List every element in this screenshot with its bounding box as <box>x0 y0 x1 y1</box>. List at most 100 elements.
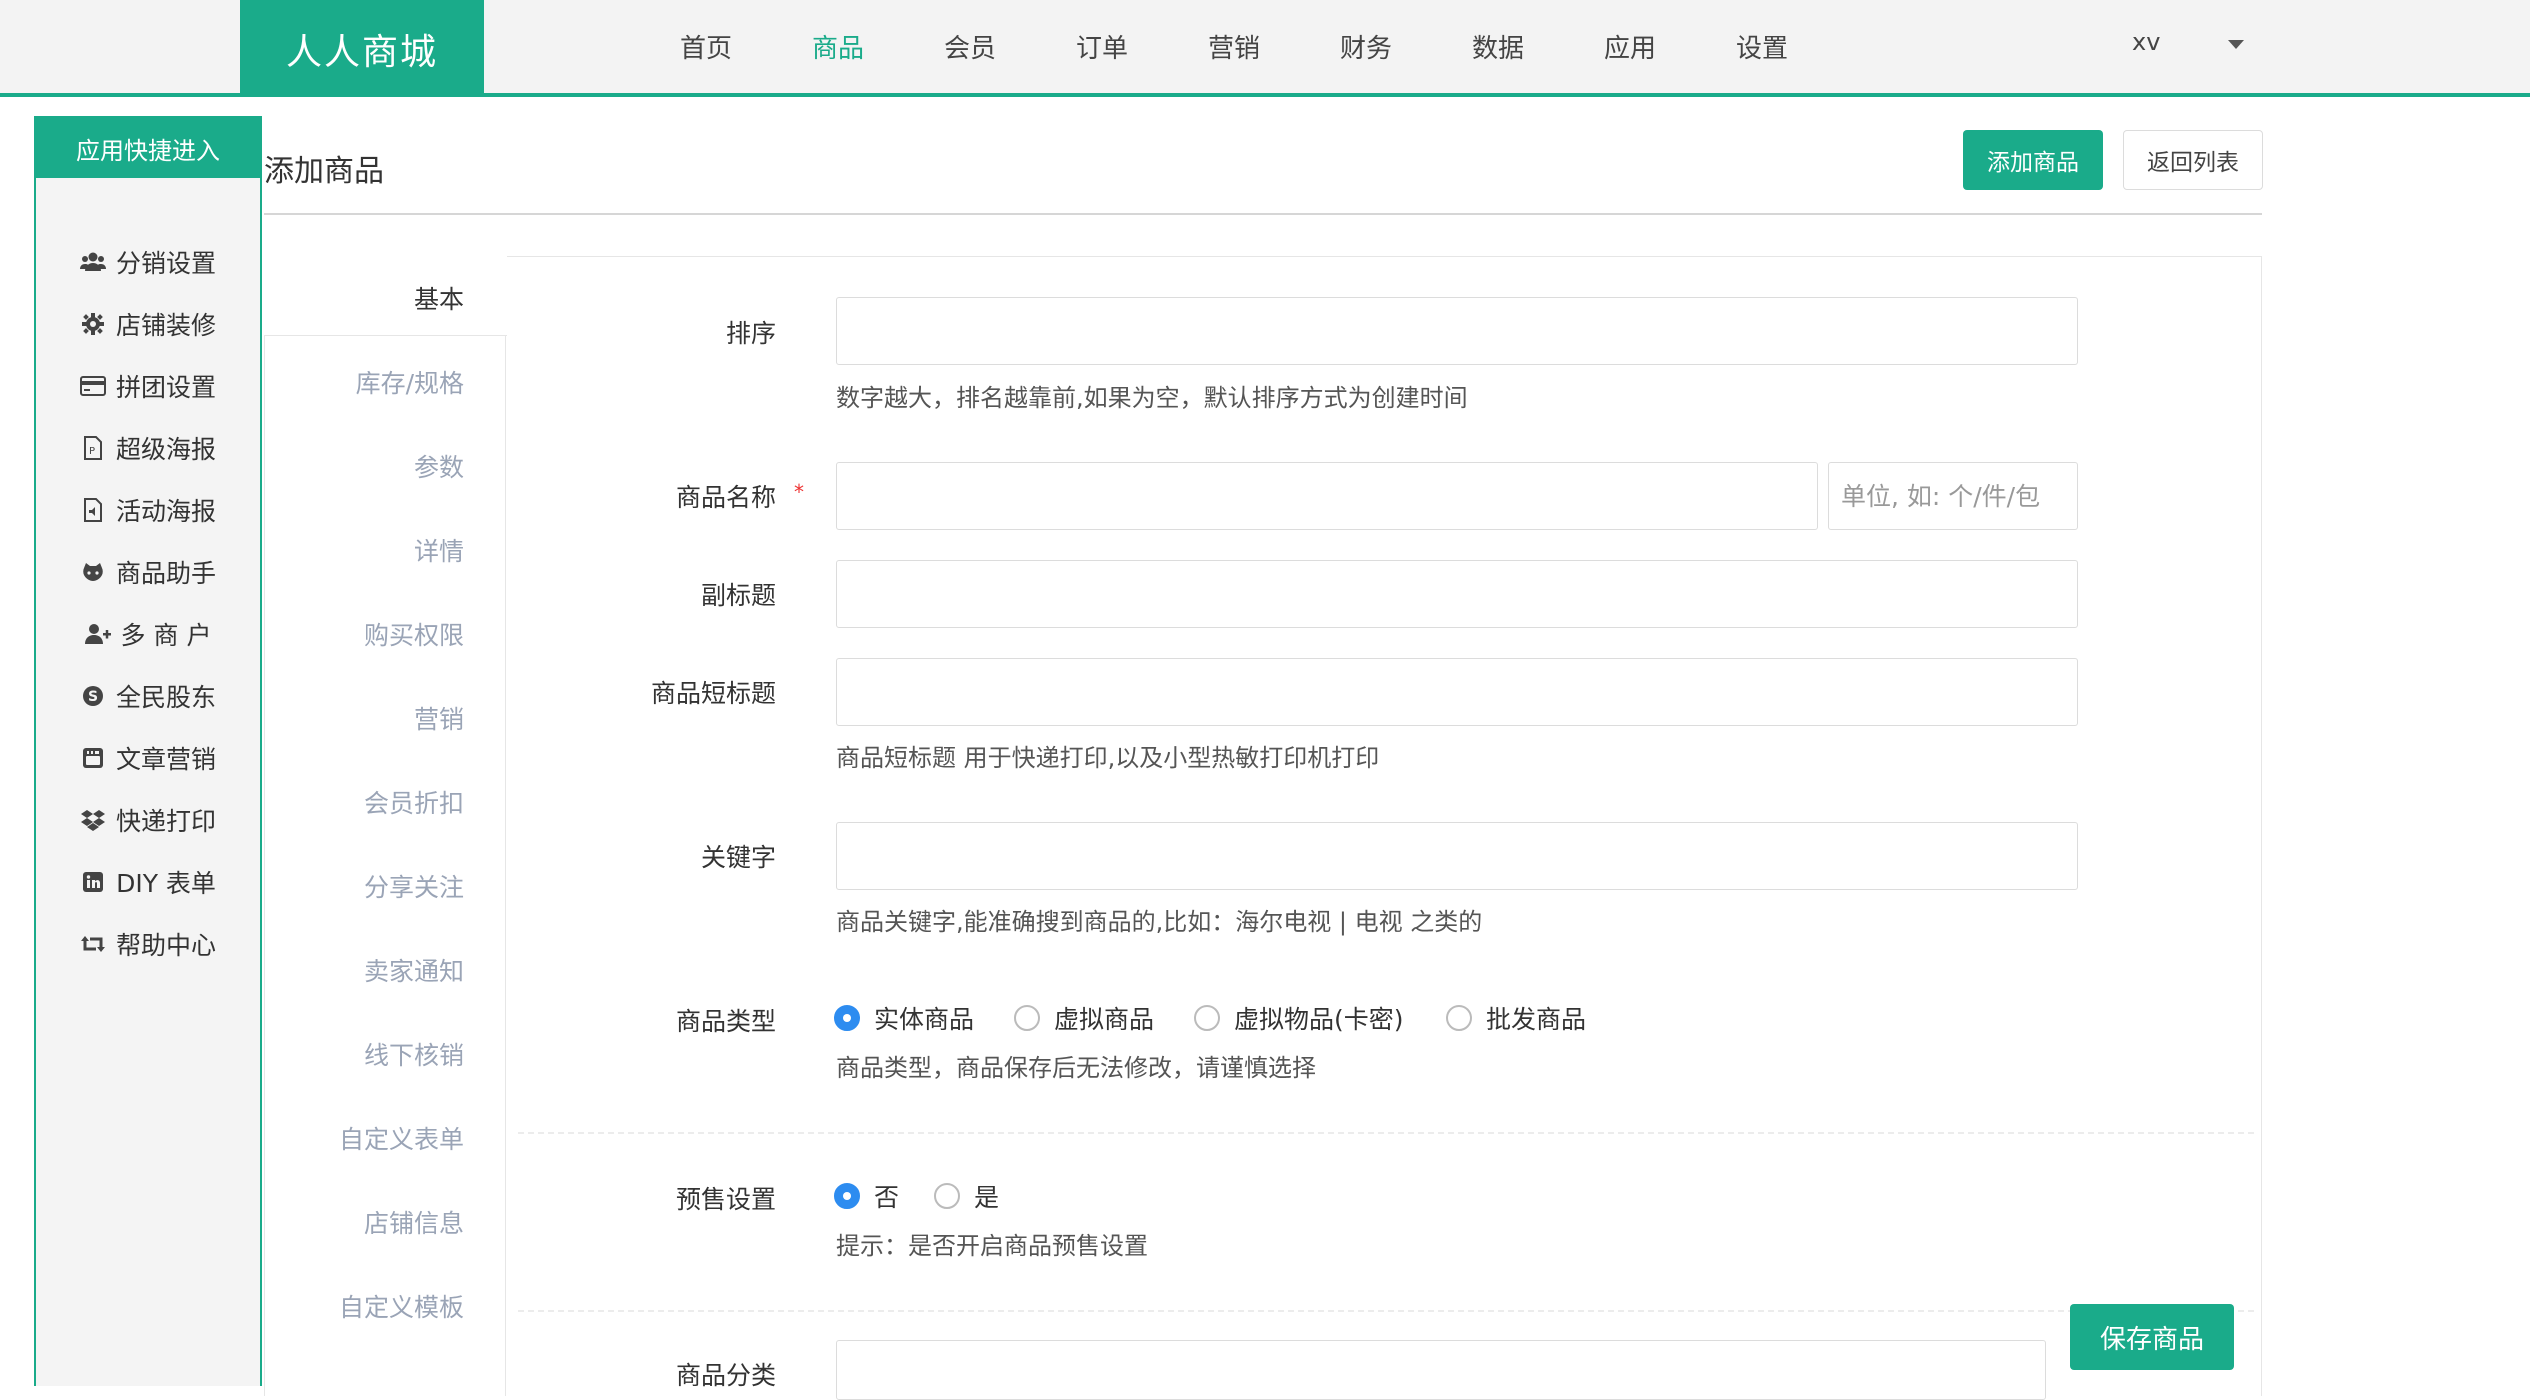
quick-item-label: 超级海报 <box>115 435 216 464</box>
tab-details[interactable]: 详情 <box>264 532 464 568</box>
retweet-icon <box>80 931 106 957</box>
quick-item-label: 商品助手 <box>115 559 216 588</box>
radio-virtual-goods[interactable]: 虚拟商品 <box>1014 1000 1154 1036</box>
quick-access-panel: 应用快捷进入 分销设置 店铺装修 拼团设置 P 超级海报 活动海报 商品助手 多… <box>34 116 262 1386</box>
keywords-input[interactable] <box>836 822 2078 890</box>
quick-item-express-print[interactable]: 快递打印 <box>36 790 260 850</box>
quick-item-shareholders[interactable]: S 全民股东 <box>36 666 260 726</box>
quick-item-super-poster[interactable]: P 超级海报 <box>36 418 260 478</box>
save-goods-button[interactable]: 保存商品 <box>2070 1304 2234 1370</box>
sort-label: 排序 <box>725 319 776 348</box>
credit-card-icon <box>79 373 106 399</box>
svg-text:S: S <box>88 689 98 705</box>
skype-icon: S <box>80 683 106 709</box>
quick-item-distribution[interactable]: 分销设置 <box>36 232 260 292</box>
tab-share-follow[interactable]: 分享关注 <box>264 868 464 904</box>
quick-item-article-marketing[interactable]: 文章营销 <box>36 728 260 788</box>
svg-text:P: P <box>89 446 95 457</box>
brand-logo[interactable]: 人人商城 <box>240 0 484 97</box>
radio-virtual-card[interactable]: 虚拟物品(卡密) <box>1194 1000 1404 1036</box>
nav-item-marketing[interactable]: 营销 <box>1168 28 1300 65</box>
presale-label: 预售设置 <box>675 1185 776 1214</box>
goods-name-input[interactable] <box>836 462 1818 530</box>
radio-label: 实体商品 <box>874 1005 975 1034</box>
sort-help: 数字越大，排名越靠前,如果为空，默认排序方式为创建时间 <box>836 384 1468 412</box>
radio-dot <box>834 1005 860 1031</box>
dropbox-icon <box>80 807 106 833</box>
nav-item-member[interactable]: 会员 <box>904 28 1036 65</box>
quick-item-multi-merchant[interactable]: 多 商 户 <box>36 604 260 664</box>
nav-item-data[interactable]: 数据 <box>1432 28 1564 65</box>
tab-custom-form[interactable]: 自定义表单 <box>264 1120 464 1156</box>
quick-item-label: 拼团设置 <box>115 373 216 402</box>
subtitle-label: 副标题 <box>700 581 776 610</box>
nav-item-home[interactable]: 首页 <box>640 28 772 65</box>
quick-item-label: 文章营销 <box>115 745 216 774</box>
quick-access-title: 应用快捷进入 <box>36 118 260 178</box>
section-divider <box>518 1132 2254 1134</box>
user-menu[interactable]: xv <box>2132 28 2160 56</box>
quick-item-goods-helper[interactable]: 商品助手 <box>36 542 260 602</box>
radio-label: 否 <box>874 1183 900 1212</box>
nav-item-settings[interactable]: 设置 <box>1696 28 1828 65</box>
tab-basic[interactable]: 基本 <box>264 280 464 316</box>
goods-type-help: 商品类型，商品保存后无法修改，请谨慎选择 <box>836 1054 1316 1082</box>
top-navbar: 人人商城 首页 商品 会员 订单 营销 财务 数据 应用 设置 xv <box>0 0 2530 97</box>
category-select[interactable] <box>836 1340 2046 1400</box>
radio-physical-goods[interactable]: 实体商品 <box>834 1000 974 1036</box>
unit-input[interactable] <box>1828 462 2078 530</box>
radio-presale-yes[interactable]: 是 <box>934 1178 999 1214</box>
header-divider <box>264 213 2262 215</box>
tab-purchase-permission[interactable]: 购买权限 <box>264 616 464 652</box>
tab-stock-spec[interactable]: 库存/规格 <box>264 364 464 400</box>
back-to-list-button[interactable]: 返回列表 <box>2123 130 2263 190</box>
quick-item-shop-decoration[interactable]: 店铺装修 <box>36 294 260 354</box>
tab-member-discount[interactable]: 会员折扣 <box>264 784 464 820</box>
nav-item-apps[interactable]: 应用 <box>1564 28 1696 65</box>
sort-input[interactable] <box>836 297 2078 365</box>
radio-dot <box>1014 1005 1040 1031</box>
quick-item-label: 全民股东 <box>115 683 216 712</box>
caret-down-icon[interactable] <box>2228 40 2244 49</box>
short-title-input[interactable] <box>836 658 2078 726</box>
subtitle-input[interactable] <box>836 560 2078 628</box>
tab-shop-info[interactable]: 店铺信息 <box>264 1204 464 1240</box>
main-nav: 首页 商品 会员 订单 营销 财务 数据 应用 设置 <box>640 0 1828 93</box>
radio-label: 虚拟商品 <box>1054 1005 1155 1034</box>
quick-item-label: DIY 表单 <box>116 869 216 898</box>
quick-item-label: 多 商 户 <box>120 621 212 650</box>
linkedin-icon <box>80 869 106 895</box>
quick-item-label: 分销设置 <box>115 249 216 278</box>
radio-label: 是 <box>974 1183 1000 1212</box>
radio-dot <box>1194 1005 1220 1031</box>
poster-file-icon: P <box>80 435 106 461</box>
quick-item-label: 帮助中心 <box>115 931 216 960</box>
github-icon <box>80 559 106 585</box>
short-title-label: 商品短标题 <box>650 679 776 708</box>
quick-item-label: 店铺装修 <box>115 311 216 340</box>
nav-item-order[interactable]: 订单 <box>1036 28 1168 65</box>
tab-offline-verify[interactable]: 线下核销 <box>264 1036 464 1072</box>
tab-marketing[interactable]: 营销 <box>264 700 464 736</box>
tab-seller-notice[interactable]: 卖家通知 <box>264 952 464 988</box>
add-goods-button[interactable]: 添加商品 <box>1963 130 2103 190</box>
radio-wholesale-goods[interactable]: 批发商品 <box>1446 1000 1586 1036</box>
presale-help: 提示：是否开启商品预售设置 <box>836 1232 1148 1260</box>
youtube-icon <box>80 745 106 771</box>
radio-presale-no[interactable]: 否 <box>834 1178 899 1214</box>
quick-item-diy-form[interactable]: DIY 表单 <box>36 852 260 912</box>
nav-item-finance[interactable]: 财务 <box>1300 28 1432 65</box>
radio-label: 虚拟物品(卡密) <box>1234 1005 1404 1034</box>
users-icon <box>79 249 106 275</box>
nav-item-goods[interactable]: 商品 <box>772 28 904 65</box>
short-title-help: 商品短标题 用于快递打印,以及小型热敏打印机打印 <box>836 744 1380 772</box>
quick-item-group-buy[interactable]: 拼团设置 <box>36 356 260 416</box>
tab-custom-template[interactable]: 自定义模板 <box>264 1288 464 1324</box>
page-title: 添加商品 <box>264 154 384 189</box>
quick-item-label: 快递打印 <box>115 807 216 836</box>
quick-item-activity-poster[interactable]: 活动海报 <box>36 480 260 540</box>
keywords-label: 关键字 <box>700 843 776 872</box>
quick-item-help-center[interactable]: 帮助中心 <box>36 914 260 974</box>
tab-params[interactable]: 参数 <box>264 448 464 484</box>
goods-type-label: 商品类型 <box>675 1007 776 1036</box>
